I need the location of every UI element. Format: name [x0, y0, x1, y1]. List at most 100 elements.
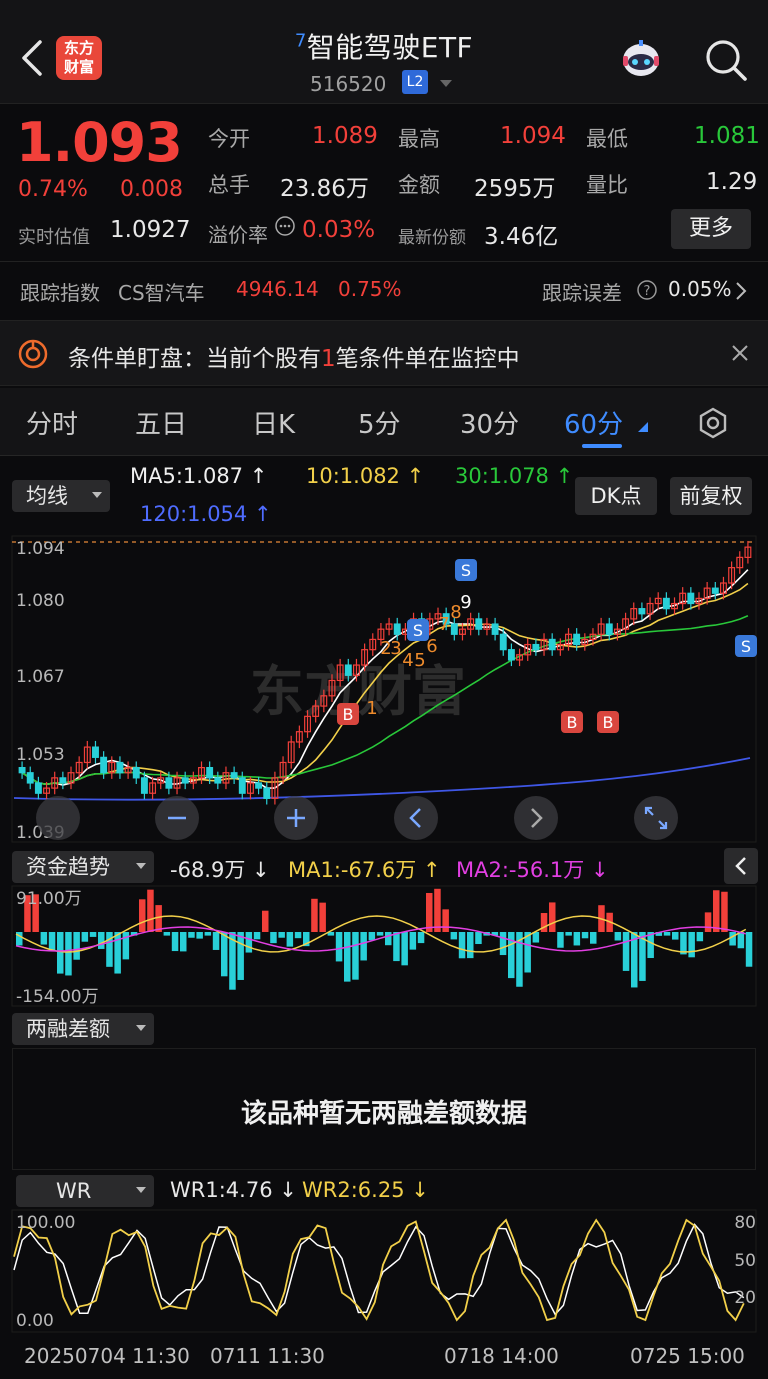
banner-suffix: 笔条件单在监控中 — [335, 346, 520, 372]
chevron-down-icon[interactable] — [440, 80, 452, 87]
low-label: 最低 — [586, 127, 628, 151]
wr1-readout: WR1:4.76 ↓ — [170, 1178, 297, 1202]
prev-button[interactable] — [394, 796, 438, 840]
fund-bar — [360, 932, 367, 961]
header-bar: 东方 财富 7智能驾驶ETF 516520 L2 — [0, 0, 768, 104]
adjust-button[interactable]: 前复权 — [670, 477, 752, 515]
fund-bar — [557, 932, 564, 948]
track-index-name[interactable]: CS智汽车 — [118, 277, 205, 306]
buy-signal: B — [597, 711, 619, 733]
fullscreen-button[interactable] — [634, 796, 678, 840]
robot-avatar-icon[interactable] — [617, 36, 665, 82]
tab-five-day[interactable]: 五日 — [135, 404, 187, 441]
fund-bar — [426, 892, 433, 932]
candle-body — [18, 767, 26, 774]
chevron-right-icon — [531, 808, 543, 828]
buy-signal: B — [337, 703, 359, 725]
zoom-out-button[interactable] — [155, 796, 199, 840]
sell-signal: S — [455, 559, 477, 581]
fund-bar — [139, 899, 146, 932]
tab-intraday[interactable]: 分时 — [26, 404, 78, 441]
margin-panel: 该品种暂无两融差额数据 — [12, 1048, 756, 1170]
fund-bar — [163, 932, 171, 936]
candle-body — [662, 597, 670, 610]
wr2-readout: WR2:6.25 ↓ — [302, 1178, 429, 1202]
candle-body — [507, 649, 515, 661]
count-signal: 1 — [366, 698, 377, 719]
count-signal: 4 — [402, 650, 413, 671]
help-icon[interactable]: ? — [636, 279, 658, 301]
high-label: 最高 — [398, 127, 440, 151]
level2-badge[interactable]: L2 — [402, 70, 428, 94]
fund-ma1-readout: MA1:-67.6万 ↑ — [288, 858, 441, 882]
fund-bar — [729, 932, 736, 946]
fund-bar — [704, 912, 712, 932]
ma-indicator-label: 均线 — [26, 484, 68, 508]
fund-trend-chart[interactable]: 91.00万 -154.00万 — [0, 884, 768, 1008]
collapse-button[interactable] — [724, 848, 758, 884]
more-button[interactable]: 更多 — [671, 209, 751, 249]
zoom-in-button[interactable] — [274, 796, 318, 840]
count-signal: 3 — [390, 638, 401, 659]
candle-body — [491, 623, 499, 635]
chevron-down-icon — [92, 492, 102, 498]
count-signal: 5 — [414, 650, 425, 671]
divider — [0, 261, 768, 262]
count-signal: 7 — [438, 614, 449, 635]
close-icon[interactable] — [730, 343, 750, 363]
fund-bar — [581, 932, 589, 939]
shares-label: 最新份额 — [398, 228, 466, 248]
wr1-value: WR1:4.76 — [170, 1178, 273, 1202]
change-percent: 0.74% — [18, 177, 88, 202]
wr-select[interactable]: WR — [16, 1175, 154, 1207]
chevron-right-icon[interactable] — [734, 281, 748, 301]
fund-bar — [434, 888, 441, 932]
candle-body — [393, 623, 401, 635]
fund-bar — [65, 932, 72, 976]
fund-bar — [73, 932, 80, 960]
fund-bar — [196, 932, 203, 939]
fund-trend-label: 资金趋势 — [26, 855, 110, 879]
fund-trend-select[interactable]: 资金趋势 — [12, 851, 154, 883]
wr-chart[interactable]: 100.00 0.00 80 50 20 — [0, 1208, 768, 1334]
candle-body — [26, 772, 34, 784]
dk-point-button[interactable]: DK点 — [575, 477, 657, 515]
settings-gear-icon[interactable] — [696, 406, 730, 440]
ma120-readout: 120:1.054 ↑ — [140, 502, 272, 526]
fund-bar — [532, 932, 540, 943]
shares-value: 3.46亿 — [484, 224, 559, 250]
candle-body — [573, 633, 581, 646]
candle-body — [100, 756, 108, 774]
candle-body — [140, 777, 148, 794]
security-code: 516520 — [310, 72, 387, 96]
fund-bar — [180, 932, 187, 952]
fund-bar — [212, 932, 220, 950]
premium-label: 溢价率 — [208, 223, 268, 247]
fund-bar — [294, 932, 302, 939]
price-label: 1.067 — [16, 667, 65, 687]
ma-indicator-select[interactable]: 均线 — [12, 480, 110, 512]
banner-count: 1 — [321, 346, 336, 372]
fund-bar — [672, 932, 679, 940]
caret-icon — [638, 422, 648, 432]
tab-60min[interactable]: 60分 — [564, 404, 623, 441]
track-error-value[interactable]: 0.05% — [668, 277, 732, 301]
wr-bottom-label: 0.00 — [16, 1311, 54, 1331]
scroll-left-button[interactable] — [36, 796, 80, 840]
next-button[interactable] — [514, 796, 558, 840]
margin-select[interactable]: 两融差额 — [12, 1013, 154, 1045]
fund-bar — [450, 932, 458, 940]
search-icon[interactable] — [704, 38, 748, 82]
open-value: 1.089 — [312, 123, 378, 149]
candle-body — [181, 777, 189, 784]
tab-5min[interactable]: 5分 — [358, 404, 401, 441]
fund-bar — [622, 932, 630, 971]
ma30-value: 30:1.078 — [455, 464, 549, 488]
tab-30min[interactable]: 30分 — [460, 404, 519, 441]
condition-order-banner[interactable]: 条件单盯盘：当前个股有1笔条件单在监控中 — [0, 320, 768, 386]
fund-bar — [98, 932, 105, 949]
tab-daily-k[interactable]: 日K — [252, 404, 295, 441]
fund-bar — [417, 932, 425, 944]
volume-value: 23.86万 — [280, 176, 369, 202]
info-icon[interactable] — [274, 215, 296, 237]
